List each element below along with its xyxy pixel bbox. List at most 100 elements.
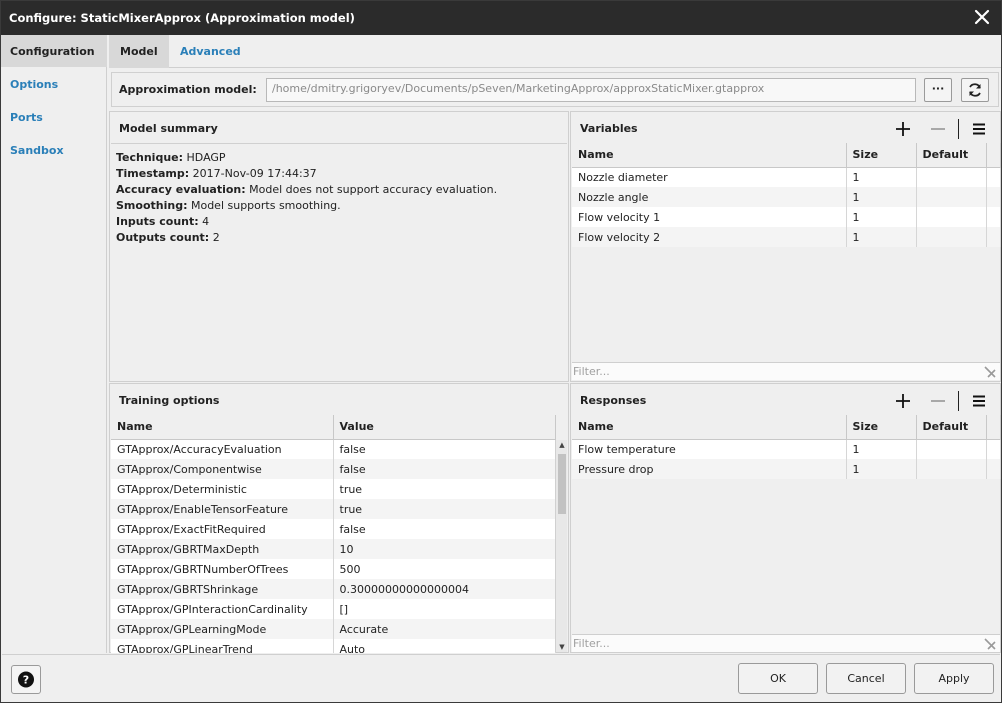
cancel-button[interactable]: Cancel xyxy=(826,663,906,694)
vertical-scrollbar[interactable]: ▲ ▼ xyxy=(555,440,567,652)
nav-item-ports[interactable]: Ports xyxy=(1,101,107,133)
column-header-value[interactable]: Value xyxy=(333,415,556,440)
option-value-cell[interactable]: 0.30000000000000004 xyxy=(333,579,556,599)
window-title: Configure: StaticMixerApprox (Approximat… xyxy=(9,11,355,25)
column-header-default[interactable]: Default xyxy=(916,143,987,168)
apply-button[interactable]: Apply xyxy=(914,663,994,694)
tab-model[interactable]: Model xyxy=(109,35,169,68)
response-size-cell[interactable]: 1 xyxy=(846,439,917,459)
variable-size-cell[interactable]: 1 xyxy=(846,167,917,187)
table-row[interactable]: GTApprox/GBRTShrinkage 0.3000000000000000… xyxy=(111,579,556,599)
toolbar-divider xyxy=(958,119,959,139)
option-value-cell[interactable]: 500 xyxy=(333,559,556,579)
table-row[interactable]: GTApprox/EnableTensorFeature true xyxy=(111,499,556,519)
model-path-field[interactable]: /home/dmitry.grigoryev/Documents/pSeven/… xyxy=(266,78,916,102)
summary-key: Timestamp: xyxy=(116,167,190,180)
clear-filter-icon[interactable] xyxy=(983,365,997,379)
responses-filter-input[interactable]: Filter... xyxy=(572,634,1000,652)
tab-advanced[interactable]: Advanced xyxy=(169,35,252,68)
variable-size-cell[interactable]: 1 xyxy=(846,207,917,227)
summary-key: Accuracy evaluation: xyxy=(116,183,246,196)
table-row[interactable]: Flow temperature 1 xyxy=(572,439,1001,459)
option-value-cell[interactable]: false xyxy=(333,519,556,539)
variable-name-cell[interactable]: Flow velocity 1 xyxy=(572,207,847,227)
option-value-cell[interactable]: [] xyxy=(333,599,556,619)
scroll-down-icon[interactable]: ▼ xyxy=(558,643,566,651)
table-row[interactable]: Flow velocity 11 xyxy=(572,207,1001,227)
column-header-default[interactable]: Default xyxy=(916,415,987,440)
option-value-cell[interactable]: 10 xyxy=(333,539,556,559)
table-row[interactable]: GTApprox/GPLinearTrend Auto xyxy=(111,639,556,653)
column-header-name[interactable]: Name xyxy=(572,415,847,440)
tab-label: Model xyxy=(120,45,158,58)
training-options-table-viewport[interactable]: Name Value GTApprox/AccuracyEvaluation fa… xyxy=(111,415,569,653)
table-row[interactable]: GTApprox/GPLearningMode Accurate xyxy=(111,619,556,639)
variable-default-cell[interactable] xyxy=(916,187,987,207)
menu-icon[interactable] xyxy=(970,120,988,138)
variable-default-cell[interactable] xyxy=(916,227,987,247)
table-row[interactable]: GTApprox/GBRTMaxDepth 10 xyxy=(111,539,556,559)
option-value-cell[interactable]: true xyxy=(333,499,556,519)
add-variable-icon[interactable] xyxy=(894,120,912,138)
option-value-cell[interactable]: true xyxy=(333,479,556,499)
ok-button[interactable]: OK xyxy=(738,663,818,694)
table-row[interactable]: GTApprox/Deterministic true xyxy=(111,479,556,499)
summary-line: Inputs count: 4 xyxy=(116,214,562,230)
variable-default-cell[interactable] xyxy=(916,207,987,227)
scrollbar-thumb[interactable] xyxy=(558,454,566,514)
response-name-cell[interactable]: Flow temperature xyxy=(572,439,847,459)
nav-item-label: Ports xyxy=(10,111,43,124)
column-header-name[interactable]: Name xyxy=(111,415,334,440)
row-spacer-cell xyxy=(986,207,1001,227)
nav-item-configuration[interactable]: Configuration xyxy=(1,35,107,67)
training-options-panel: Training options Name Value GTApprox/Acc… xyxy=(109,383,569,653)
option-value-cell[interactable]: false xyxy=(333,459,556,479)
summary-key: Technique: xyxy=(116,151,184,164)
table-row[interactable]: Nozzle angle 1 xyxy=(572,187,1001,207)
table-row[interactable]: GTApprox/AccuracyEvaluation false xyxy=(111,439,556,459)
refresh-button[interactable] xyxy=(961,78,989,102)
nav-item-options[interactable]: Options xyxy=(1,68,107,100)
variable-name-cell[interactable]: Nozzle angle xyxy=(572,187,847,207)
table-row[interactable]: GTApprox/ExactFitRequired false xyxy=(111,519,556,539)
help-button[interactable]: ? xyxy=(11,665,41,694)
option-value-cell[interactable]: false xyxy=(333,439,556,459)
responses-panel: Responses Name Size Default Flow tempera… xyxy=(570,383,1001,653)
table-row[interactable]: Flow velocity 21 xyxy=(572,227,1001,247)
summary-line: Technique: HDAGP xyxy=(116,150,562,166)
table-row[interactable]: GTApprox/GPInteractionCardinality[] xyxy=(111,599,556,619)
option-value-cell[interactable]: Accurate xyxy=(333,619,556,639)
response-name-cell[interactable]: Pressure drop xyxy=(572,459,847,479)
response-default-cell[interactable] xyxy=(916,439,987,459)
scroll-up-icon[interactable]: ▲ xyxy=(558,441,566,449)
row-spacer-cell xyxy=(986,227,1001,247)
table-row[interactable]: GTApprox/GBRTNumberOfTrees 500 xyxy=(111,559,556,579)
table-row[interactable]: GTApprox/Componentwise false xyxy=(111,459,556,479)
response-size-cell[interactable]: 1 xyxy=(846,459,917,479)
remove-variable-icon[interactable] xyxy=(929,120,947,138)
remove-response-icon[interactable] xyxy=(929,392,947,410)
table-row[interactable]: Nozzle diameter 1 xyxy=(572,167,1001,187)
variable-name-cell[interactable]: Flow velocity 2 xyxy=(572,227,847,247)
menu-icon[interactable] xyxy=(970,392,988,410)
add-response-icon[interactable] xyxy=(894,392,912,410)
variable-size-cell[interactable]: 1 xyxy=(846,227,917,247)
nav-item-sandbox[interactable]: Sandbox xyxy=(1,134,107,166)
toolbar-divider xyxy=(958,391,959,411)
variable-default-cell[interactable] xyxy=(916,167,987,187)
column-header-size[interactable]: Size xyxy=(846,415,917,440)
column-header-name[interactable]: Name xyxy=(572,143,847,168)
clear-filter-icon[interactable] xyxy=(983,637,997,651)
approximation-model-label: Approximation model: xyxy=(119,83,257,96)
option-name-cell: GTApprox/Componentwise xyxy=(111,459,334,479)
summary-key: Outputs count: xyxy=(116,231,210,244)
option-value-cell[interactable]: Auto xyxy=(333,639,556,653)
variables-filter-input[interactable]: Filter... xyxy=(572,362,1000,380)
variable-size-cell[interactable]: 1 xyxy=(846,187,917,207)
column-header-size[interactable]: Size xyxy=(846,143,917,168)
close-icon[interactable] xyxy=(973,8,991,26)
table-row[interactable]: Pressure drop 1 xyxy=(572,459,1001,479)
variable-name-cell[interactable]: Nozzle diameter xyxy=(572,167,847,187)
response-default-cell[interactable] xyxy=(916,459,987,479)
browse-button[interactable]: ··· xyxy=(924,78,952,102)
